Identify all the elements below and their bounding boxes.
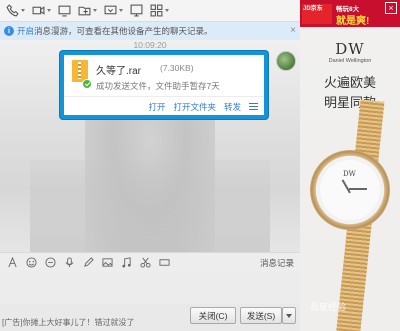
edit-icon[interactable] bbox=[79, 255, 97, 271]
watermark: 百度经验 bbox=[310, 302, 347, 312]
chat-window: i 开启消息漫游，可查看在其他设备产生的聊天记录。 × 10:09:20 久等了… bbox=[0, 0, 300, 331]
file-name: 久等了.rar bbox=[96, 66, 141, 77]
emoji-icon[interactable] bbox=[22, 255, 40, 271]
file-actions: 打开 打开文件夹 转发 bbox=[64, 98, 264, 115]
forward-button[interactable]: 转发 bbox=[224, 101, 241, 113]
more-icon[interactable] bbox=[155, 255, 173, 271]
apps-icon[interactable] bbox=[148, 2, 171, 20]
file-size: (7.30KB) bbox=[160, 63, 194, 73]
file-status: 成功发送文件，文件助手暂存7天 bbox=[96, 81, 220, 91]
chat-toolbar bbox=[0, 0, 300, 22]
success-check-icon bbox=[82, 79, 92, 89]
notice-text: 消息漫游，可查看在其他设备产生的聊天记录。 bbox=[34, 26, 213, 36]
roaming-notice: i 开启消息漫游，可查看在其他设备产生的聊天记录。 × bbox=[0, 22, 300, 40]
input-toolbar: 消息记录 bbox=[0, 252, 300, 272]
jd-logo: JD京东 bbox=[302, 4, 332, 24]
text-ad[interactable]: [广告]你摊上大好事儿了！错过就没了 bbox=[2, 317, 134, 328]
menu-icon[interactable] bbox=[249, 103, 258, 110]
whiteboard-icon[interactable] bbox=[128, 2, 145, 20]
scissors-icon[interactable] bbox=[136, 255, 154, 271]
vip-emoji-icon[interactable] bbox=[41, 255, 59, 271]
enable-roaming-link[interactable]: 开启 bbox=[17, 26, 34, 36]
open-file-button[interactable]: 打开 bbox=[148, 101, 165, 113]
ad-slogan-line1: 火遍欧美 bbox=[323, 75, 376, 90]
info-icon: i bbox=[4, 26, 14, 36]
brand-logo: DW bbox=[335, 40, 365, 58]
music-icon[interactable] bbox=[117, 255, 135, 271]
open-folder-button[interactable]: 打开文件夹 bbox=[173, 101, 216, 113]
message-history-button[interactable]: 消息记录 bbox=[260, 257, 294, 269]
voice-icon[interactable] bbox=[60, 255, 78, 271]
remote-icon[interactable] bbox=[102, 2, 125, 20]
send-button[interactable]: 发送(S) bbox=[240, 307, 282, 324]
ad-slogan-line2: 明星同款 bbox=[323, 95, 376, 110]
file-message-card[interactable]: 久等了.rar (7.30KB) 成功发送文件，文件助手暂存7天 打开 打开文件… bbox=[60, 51, 268, 119]
message-area: 10:09:20 久等了.rar (7.30KB) 成功发送文件，文件助手暂存7… bbox=[0, 40, 300, 252]
jd-slogan-big: 就是爽! bbox=[336, 16, 370, 27]
ad-close-icon[interactable]: × bbox=[385, 2, 397, 14]
image-icon[interactable] bbox=[98, 255, 116, 271]
ad-panel[interactable]: JD京东 畅玩8大 就是爽! × DW Daniel Wellington 火遍… bbox=[300, 0, 400, 331]
close-button[interactable]: 关闭(C) bbox=[190, 307, 236, 324]
screen-share-icon[interactable] bbox=[56, 2, 73, 20]
message-input[interactable] bbox=[0, 272, 300, 304]
close-icon[interactable]: × bbox=[290, 25, 296, 36]
watch-image: DW bbox=[310, 150, 390, 230]
font-icon[interactable] bbox=[3, 255, 21, 271]
brand-name: Daniel Wellington bbox=[328, 58, 372, 64]
watch-logo: DW bbox=[343, 170, 356, 178]
phone-icon[interactable] bbox=[4, 2, 27, 20]
chevron-down-icon bbox=[286, 313, 292, 318]
message-timestamp: 10:09:20 bbox=[133, 40, 167, 50]
send-options-button[interactable] bbox=[282, 307, 296, 324]
folder-icon[interactable] bbox=[76, 2, 99, 20]
video-icon[interactable] bbox=[30, 2, 53, 20]
avatar[interactable] bbox=[276, 51, 296, 71]
